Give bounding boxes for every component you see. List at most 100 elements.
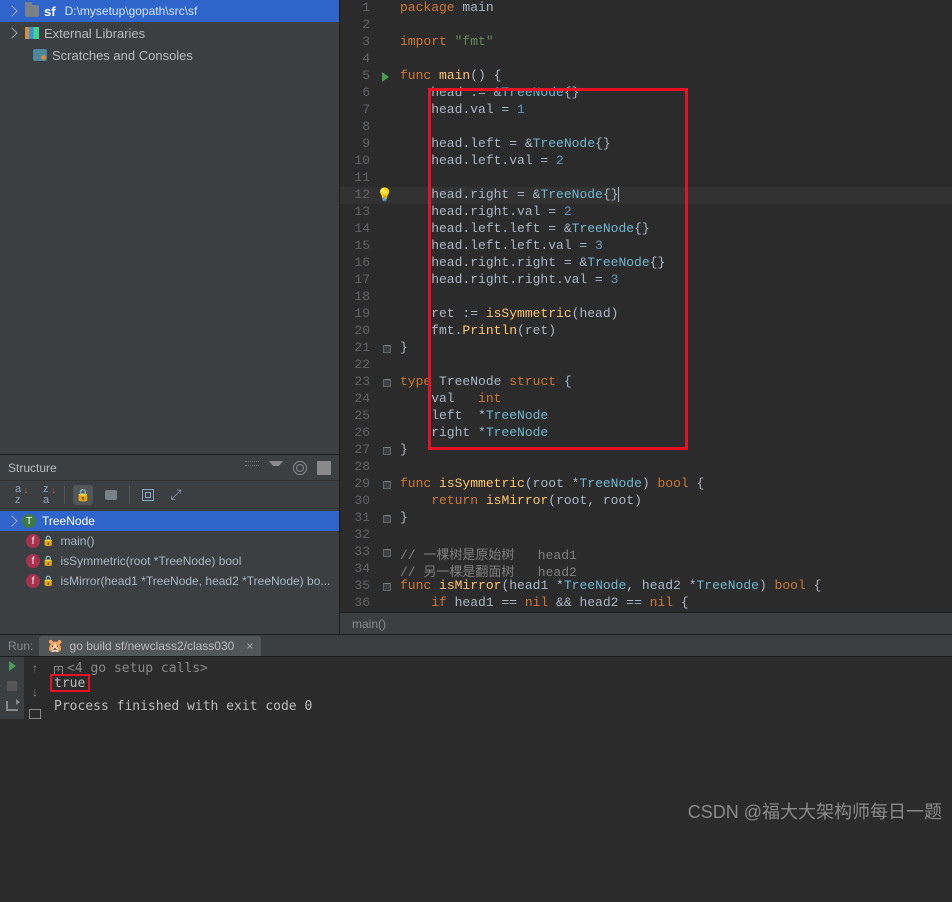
fold-icon[interactable] (383, 379, 391, 387)
line-number: 23 (340, 374, 376, 391)
line-number: 14 (340, 221, 376, 238)
run-config-tab[interactable]: 🐹 go build sf/newclass2/class030 × (39, 636, 261, 656)
structure-item[interactable]: f🔒isMirror(head1 *TreeNode, head2 *TreeN… (0, 571, 339, 591)
structure-list[interactable]: TTreeNodef🔒main()f🔒isSymmetric(root *Tre… (0, 509, 339, 634)
code-line[interactable]: 26 right *TreeNode (340, 425, 952, 442)
close-icon[interactable]: × (246, 639, 253, 653)
code-line[interactable]: 29func isSymmetric(root *TreeNode) bool … (340, 476, 952, 493)
code-line[interactable]: 20 fmt.Println(ret) (340, 323, 952, 340)
stop-button[interactable] (7, 681, 17, 691)
code-line[interactable]: 30 return isMirror(root, root) (340, 493, 952, 510)
code-line[interactable]: 22 (340, 357, 952, 374)
show-private-button[interactable]: 🔒 (73, 485, 93, 505)
project-tree[interactable]: sf D:\mysetup\gopath\src\sf External Lib… (0, 0, 339, 454)
structure-item[interactable]: f🔒main() (0, 531, 339, 551)
fold-icon[interactable] (383, 447, 391, 455)
fold-icon[interactable] (383, 481, 391, 489)
editor-breadcrumb[interactable]: main() (340, 612, 952, 634)
line-number: 30 (340, 493, 376, 510)
structure-title: Structure (8, 461, 235, 475)
fold-icon[interactable] (383, 549, 391, 557)
project-root[interactable]: sf D:\mysetup\gopath\src\sf (0, 0, 339, 22)
sort-alpha-desc-button[interactable]: za↓ (36, 485, 56, 505)
code-line[interactable]: 36 if head1 == nil && head2 == nil { (340, 595, 952, 612)
lock-icon: 🔒 (42, 556, 54, 567)
layout-button[interactable] (6, 701, 18, 711)
code-line[interactable]: 4 (340, 51, 952, 68)
code-line[interactable]: 32 (340, 527, 952, 544)
scratches-and-consoles[interactable]: Scratches and Consoles (0, 44, 339, 66)
go-icon: 🐹 (47, 638, 63, 654)
code-line[interactable]: 23type TreeNode struct { (340, 374, 952, 391)
line-number: 12 (340, 187, 376, 204)
run-side-toolbar (0, 657, 24, 719)
sort-alpha-asc-button[interactable]: az↓ (8, 485, 28, 505)
code-editor[interactable]: 1package main23import "fmt"45func main()… (340, 0, 952, 634)
code-line[interactable]: 35func isMirror(head1 *TreeNode, head2 *… (340, 578, 952, 595)
line-number: 18 (340, 289, 376, 306)
line-number: 2 (340, 17, 376, 34)
code-line[interactable]: 33// 一棵树是原始树 head1 (340, 544, 952, 561)
code-line[interactable]: 14 head.left.left = &TreeNode{} (340, 221, 952, 238)
scroll-from-source-icon[interactable] (269, 461, 283, 475)
next-button[interactable] (32, 685, 38, 699)
code-line[interactable]: 1package main (340, 0, 952, 17)
bulb-icon[interactable]: 💡 (377, 188, 393, 203)
previous-button[interactable] (32, 661, 38, 675)
structure-item-label: main() (60, 534, 94, 548)
run-nav-toolbar (24, 657, 46, 719)
code-line[interactable]: 15 head.left.left.val = 3 (340, 238, 952, 255)
code-line[interactable]: 27} (340, 442, 952, 459)
minimize-icon[interactable] (317, 461, 331, 475)
code-line[interactable]: 3import "fmt" (340, 34, 952, 51)
code-line[interactable]: 24 val int (340, 391, 952, 408)
line-number: 26 (340, 425, 376, 442)
code-line[interactable]: 13 head.right.val = 2 (340, 204, 952, 221)
fold-icon[interactable] (383, 583, 391, 591)
line-number: 3 (340, 34, 376, 51)
structure-item[interactable]: f🔒isSymmetric(root *TreeNode) bool (0, 551, 339, 571)
folder-icon (25, 5, 39, 17)
function-icon: f (26, 534, 40, 548)
code-line[interactable]: 8 (340, 119, 952, 136)
code-line[interactable]: 11 (340, 170, 952, 187)
code-line[interactable]: 6 head := &TreeNode{} (340, 85, 952, 102)
soft-wrap-button[interactable] (29, 709, 41, 719)
code-line[interactable]: 9 head.left = &TreeNode{} (340, 136, 952, 153)
code-line[interactable]: 34// 另一棵是翻面树 head2 (340, 561, 952, 578)
expand-icon[interactable]: + (54, 666, 63, 675)
code-line[interactable]: 2 (340, 17, 952, 34)
fold-icon[interactable] (383, 515, 391, 523)
structure-toolbar: az↓ za↓ 🔒 ⤢ (0, 481, 339, 509)
line-number: 17 (340, 272, 376, 289)
code-line[interactable]: 7 head.val = 1 (340, 102, 952, 119)
code-line[interactable]: 12💡 head.right = &TreeNode{} (340, 187, 952, 204)
collapse-tree-button[interactable]: ⤢ (166, 485, 186, 505)
code-line[interactable]: 31} (340, 510, 952, 527)
code-line[interactable]: 28 (340, 459, 952, 476)
code-line[interactable]: 10 head.left.val = 2 (340, 153, 952, 170)
chevron-right-icon (6, 5, 17, 16)
rerun-button[interactable] (9, 661, 16, 671)
code-line[interactable]: 17 head.right.right.val = 3 (340, 272, 952, 289)
code-line[interactable]: 21} (340, 340, 952, 357)
structure-item[interactable]: TTreeNode (0, 511, 339, 531)
external-libraries[interactable]: External Libraries (0, 22, 339, 44)
lock-icon: 🔒 (42, 576, 54, 587)
code-line[interactable]: 25 left *TreeNode (340, 408, 952, 425)
gear-icon[interactable] (293, 461, 307, 475)
expand-all-icon[interactable] (245, 461, 259, 475)
scratch-icon (33, 49, 47, 61)
console-output[interactable]: +<4 go setup calls> true Process finishe… (46, 657, 952, 719)
line-number: 19 (340, 306, 376, 323)
fold-icon[interactable] (383, 345, 391, 353)
run-label: Run: (8, 639, 33, 653)
code-line[interactable]: 18 (340, 289, 952, 306)
show-files-button[interactable] (101, 485, 121, 505)
structure-header: Structure (0, 455, 339, 481)
code-line[interactable]: 16 head.right.right = &TreeNode{} (340, 255, 952, 272)
run-gutter-icon[interactable] (382, 72, 389, 82)
code-line[interactable]: 5func main() { (340, 68, 952, 85)
expand-tree-button[interactable] (138, 485, 158, 505)
code-line[interactable]: 19 ret := isSymmetric(head) (340, 306, 952, 323)
